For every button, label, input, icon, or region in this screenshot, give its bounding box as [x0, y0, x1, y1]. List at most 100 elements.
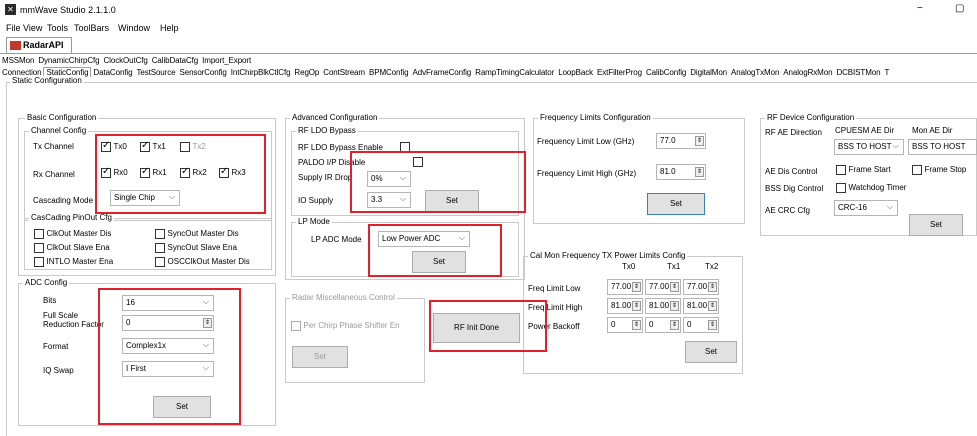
intlo-master-ena-label: INTLO Master Ena [46, 257, 114, 266]
calmon-cell[interactable]: 77.00 ⇕ [607, 279, 643, 295]
calmon-cell[interactable]: 0 ⇕ [607, 317, 643, 333]
spin-icon[interactable]: ⇕ [632, 320, 641, 330]
tab-bpmconfig[interactable]: BPMConfig [367, 68, 411, 77]
chevron-down-icon: ⌵ [892, 141, 899, 150]
menu-view[interactable]: View [23, 23, 42, 33]
calmon-cell[interactable]: 81.00 ⇕ [645, 298, 681, 314]
freq-low-spinner[interactable]: 77.0 ⇕ [656, 133, 706, 149]
calmon-cell-value: 0 [611, 320, 616, 329]
tab-loopback[interactable]: LoopBack [556, 68, 595, 77]
calmon-cell-value: 0 [649, 320, 654, 329]
frame-stop-checkbox[interactable]: Frame Stop [912, 164, 966, 175]
spin-icon[interactable]: ⇕ [708, 320, 717, 330]
tab-dataconfig[interactable]: DataConfig [91, 68, 134, 77]
tab-testsource[interactable]: TestSource [134, 68, 177, 77]
bss-dig-label: BSS Dig Control [765, 184, 824, 193]
mon-dir-value: BSS TO HOST [912, 142, 966, 151]
spin-icon[interactable]: ⇕ [695, 136, 704, 146]
cpuesm-dir-value: BSS TO HOST [838, 142, 892, 151]
per-chirp-checkbox[interactable]: Per Chirp Phase Shifter En [291, 320, 400, 331]
fsr-label-2: Reduction Factor [43, 320, 104, 329]
calmon-cell[interactable]: 77.00 ⇕ [683, 279, 719, 295]
calmon-cell-value: 81.00 [611, 301, 632, 310]
cpuesm-dir-select[interactable]: BSS TO HOST ⌵ [834, 139, 904, 155]
misc-set-button[interactable]: Set [292, 346, 348, 368]
tab-calibconfig[interactable]: CalibConfig [644, 68, 688, 77]
spin-icon[interactable]: ⇕ [708, 282, 717, 292]
spin-icon[interactable]: ⇕ [670, 320, 679, 330]
fsr-label-1: Full Scale [43, 311, 79, 320]
radar-icon [10, 41, 21, 50]
tab-analogtxmon[interactable]: AnalogTxMon [729, 68, 781, 77]
clkout-master-dis-checkbox[interactable]: ClkOut Master Dis [34, 228, 111, 239]
rf-device-set-button[interactable]: Set [909, 214, 963, 236]
tab-regop[interactable]: RegOp [292, 68, 321, 77]
menu-tools[interactable]: Tools [47, 23, 68, 33]
tab-analogrxmon[interactable]: AnalogRxMon [781, 68, 834, 77]
watchdog-checkbox[interactable]: Watchdog Timer [836, 182, 906, 193]
calmon-col-tx1: Tx1 [667, 262, 681, 271]
tab-dcbistmon[interactable]: DCBISTMon [834, 68, 882, 77]
radarapi-tab-label: RadarAPI [23, 40, 64, 50]
channel-config-title: Channel Config [29, 126, 89, 135]
menu-help[interactable]: Help [160, 23, 179, 33]
menu-window[interactable]: Window [118, 23, 150, 33]
menu-file[interactable]: File [6, 23, 21, 33]
spin-icon[interactable]: ⇕ [695, 167, 704, 177]
calmon-cell-value: 77.00 [687, 282, 708, 291]
clkout-slave-ena-checkbox[interactable]: ClkOut Slave Ena [34, 242, 110, 253]
title-bar: ✕ mmWave Studio 2.1.1.0 − ▢ [0, 0, 977, 20]
watchdog-label: Watchdog Timer [848, 183, 907, 192]
restore-button[interactable]: ▢ [955, 3, 964, 14]
format-label: Format [43, 342, 69, 351]
tab-intchirpblkctlcfg[interactable]: IntChirpBlkCtlCfg [229, 68, 293, 77]
calmon-cell[interactable]: 0 ⇕ [645, 317, 681, 333]
spin-icon[interactable]: ⇕ [632, 282, 641, 292]
clkout-slave-ena-label: ClkOut Slave Ena [46, 243, 110, 252]
mon-dir-select[interactable]: BSS TO HOST [908, 139, 977, 155]
crc-select[interactable]: CRC-16 ⌵ [834, 200, 898, 216]
tab-digitalmon[interactable]: DigitalMon [688, 68, 729, 77]
calmon-set-button[interactable]: Set [685, 341, 737, 363]
ae-dis-label: AE Dis Control [765, 167, 818, 176]
iq-swap-label: IQ Swap [43, 366, 74, 375]
calmon-col-tx0: Tx0 [622, 262, 636, 271]
calmon-cell[interactable]: 81.00 ⇕ [607, 298, 643, 314]
calmon-cell[interactable]: 81.00 ⇕ [683, 298, 719, 314]
syncout-slave-ena-checkbox[interactable]: SyncOut Slave Ena [155, 242, 237, 253]
freq-high-value: 81.0 [660, 167, 676, 176]
freq-high-spinner[interactable]: 81.0 ⇕ [656, 164, 706, 180]
syncout-master-dis-checkbox[interactable]: SyncOut Master Dis [155, 228, 239, 239]
radarapi-tab[interactable]: RadarAPI [6, 37, 72, 54]
freq-set-button[interactable]: Set [647, 193, 705, 215]
tab-clockoutcfg[interactable]: ClockOutCfg [102, 56, 150, 65]
highlight-channel-config [95, 134, 266, 214]
minimize-button[interactable]: − [917, 3, 923, 14]
rx-channel-label: Rx Channel [33, 170, 75, 179]
tab-import-export[interactable]: Import_Export [200, 56, 253, 65]
frame-stop-label: Frame Stop [924, 165, 967, 174]
tab-contstream[interactable]: ContStream [321, 68, 367, 77]
calmon-cell[interactable]: 77.00 ⇕ [645, 279, 681, 295]
frame-start-checkbox[interactable]: Frame Start [836, 164, 891, 175]
menu-toolbars[interactable]: ToolBars [74, 23, 109, 33]
intlo-master-ena-checkbox[interactable]: INTLO Master Ena [34, 256, 113, 267]
spin-icon[interactable]: ⇕ [670, 301, 679, 311]
tab-mssmon[interactable]: MSSMon [0, 56, 36, 65]
oscclkout-master-dis-checkbox[interactable]: OSCClkOut Master Dis [155, 256, 250, 267]
calmon-cell[interactable]: 0 ⇕ [683, 317, 719, 333]
clkout-master-dis-label: ClkOut Master Dis [46, 229, 112, 238]
tab-sensorconfig[interactable]: SensorConfig [177, 68, 228, 77]
tab-ramptimingcalculator[interactable]: RampTimingCalculator [473, 68, 556, 77]
spin-icon[interactable]: ⇕ [670, 282, 679, 292]
tab-dynamicchirpcfg[interactable]: DynamicChirpCfg [36, 56, 101, 65]
frame-start-label: Frame Start [848, 165, 891, 174]
tab-overflow[interactable]: T [882, 68, 891, 77]
tab-calibdatacfg[interactable]: CalibDataCfg [150, 56, 200, 65]
spin-icon[interactable]: ⇕ [632, 301, 641, 311]
tab-advframeconfig[interactable]: AdvFrameConfig [411, 68, 474, 77]
lp-adc-mode-label: LP ADC Mode [311, 235, 362, 244]
cascading-mode-label: Cascading Mode [33, 196, 94, 205]
spin-icon[interactable]: ⇕ [708, 301, 717, 311]
tab-extfilterprog[interactable]: ExtFilterProg [595, 68, 644, 77]
